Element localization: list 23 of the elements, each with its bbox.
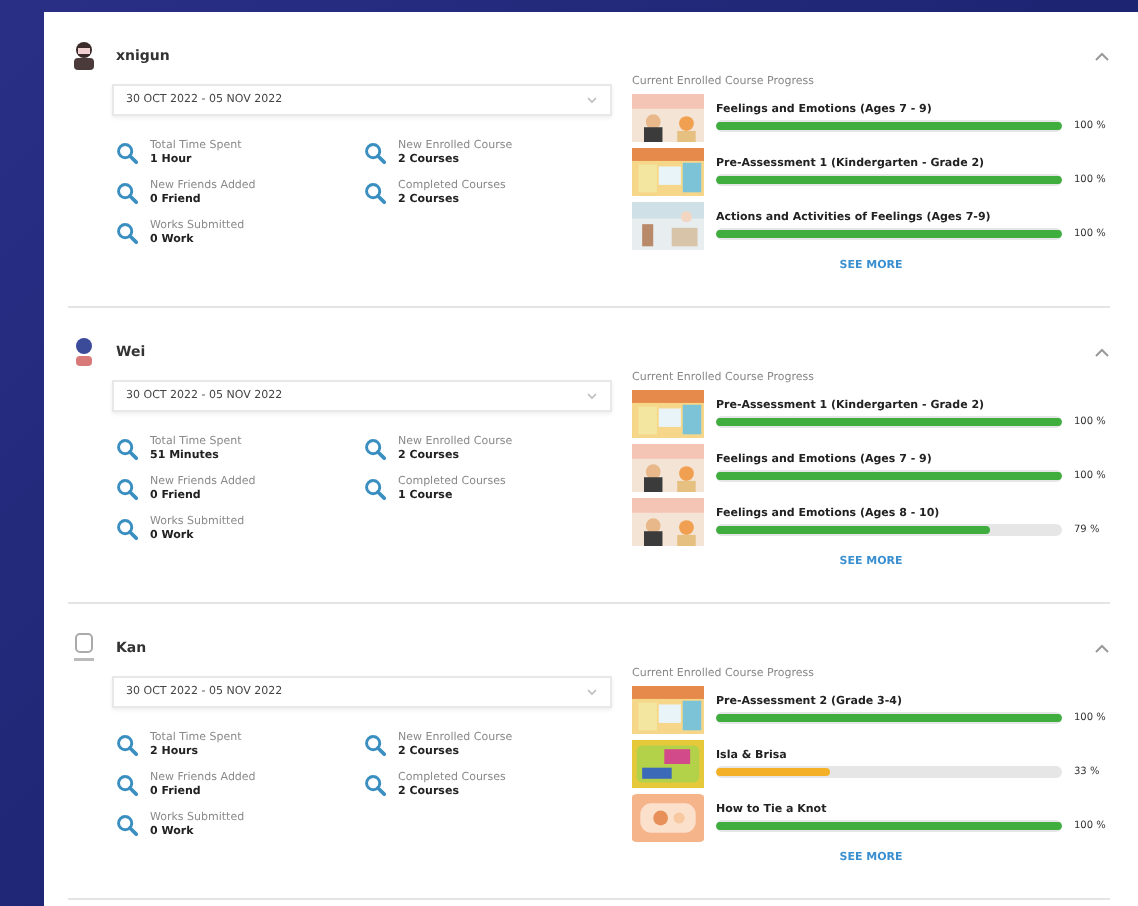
chevron-icon[interactable]: [1094, 641, 1110, 655]
caret-icon: [586, 392, 598, 400]
search-icon: [116, 222, 138, 244]
search-icon: [116, 182, 138, 204]
caret-icon: [586, 688, 598, 696]
search-icon: [116, 734, 138, 756]
caret-icon: [586, 96, 598, 104]
search-icon: [116, 814, 138, 836]
avatar-icon: [68, 632, 100, 664]
search-icon: [116, 438, 138, 460]
search-icon: [116, 142, 138, 164]
search-icon: [364, 438, 386, 460]
search-icon: [364, 142, 386, 164]
search-icon: [116, 478, 138, 500]
search-icon: [364, 774, 386, 796]
chevron-icon[interactable]: [1094, 49, 1110, 63]
avatar-icon: [68, 40, 100, 72]
search-icon: [364, 182, 386, 204]
search-icon: [364, 734, 386, 756]
search-icon: [116, 774, 138, 796]
search-icon: [364, 478, 386, 500]
chevron-icon[interactable]: [1094, 345, 1110, 359]
search-icon: [116, 518, 138, 540]
